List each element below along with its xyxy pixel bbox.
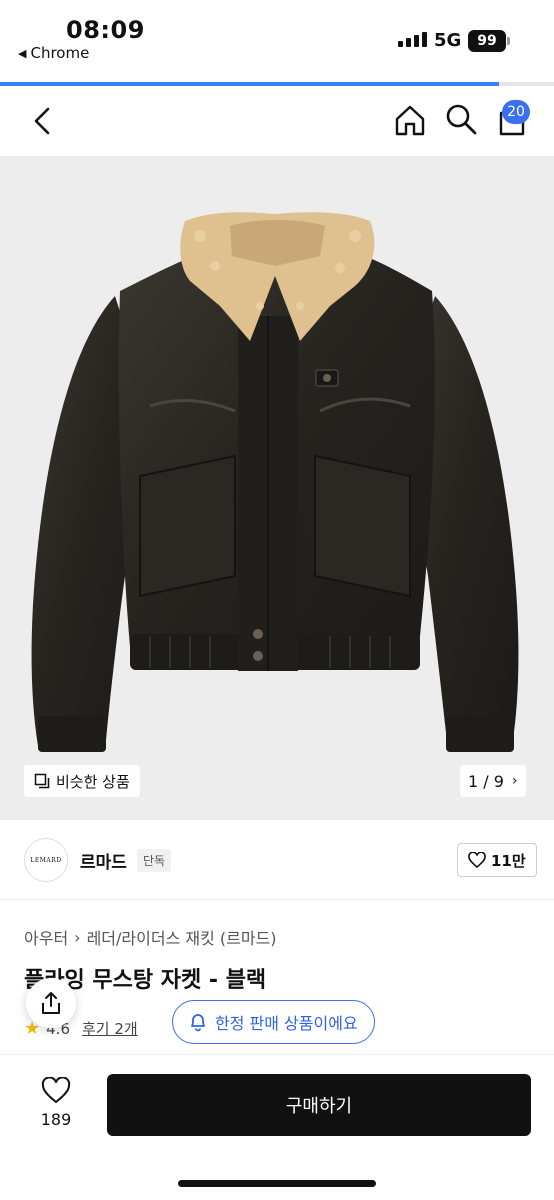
status-bar: 08:09 ◀ Chrome 5G 99 [0,0,554,82]
bell-icon [191,1014,205,1032]
limited-label: 한정 판매 상품이에요 [215,1014,358,1033]
buy-button[interactable]: 구매하기 [107,1074,531,1136]
breadcrumb: 아우터 › 레더/라이더스 재킷 (르마드) [24,925,277,949]
jacket-illustration [31,212,519,752]
signal-icon [398,32,427,47]
chevron-right-icon: › [511,773,518,789]
chevron-right-icon: › [74,927,81,947]
network-type: 5G [434,30,462,51]
back-to-app-link[interactable]: ◀ Chrome [18,44,89,62]
breadcrumb-subcategory[interactable]: 레더/라이더스 재킷 (르마드) [87,925,277,949]
back-triangle-icon: ◀ [18,46,27,60]
home-indicator [178,1180,376,1187]
top-nav [0,86,554,156]
share-button[interactable] [26,978,76,1028]
battery-icon: 99 [468,30,506,52]
back-app-label: Chrome [30,44,90,62]
favorite-count: 189 [40,1110,72,1129]
clock: 08:09 [66,16,145,44]
similar-icon [34,773,50,789]
brand-name[interactable]: 르마드 [80,848,127,873]
exclusive-tag: 단독 [137,849,172,872]
home-icon[interactable] [392,102,428,138]
brand-logo[interactable]: LEMARD [24,838,68,882]
share-icon [42,992,60,1014]
back-arrow-icon[interactable] [28,104,58,138]
cart-count-badge: 20 [502,100,530,124]
heart-icon [41,1076,71,1104]
reviews-link[interactable]: 후기 2개 [82,1018,138,1039]
image-pager[interactable]: 1 / 9 › [460,765,526,797]
similar-products-button[interactable]: 비슷한 상품 [24,765,140,797]
breadcrumb-category[interactable]: 아우터 [24,925,68,949]
limited-sale-badge[interactable]: 한정 판매 상품이에요 [172,1000,375,1044]
pager-text: 1 / 9 [468,771,504,791]
brand-like-button[interactable]: 11만 [457,843,537,877]
bottom-action-bar: 189 구매하기 [0,1054,554,1200]
brand-row: LEMARD 르마드 단독 11만 [0,820,554,900]
battery-tip [507,37,510,45]
product-image[interactable] [0,156,554,820]
favorite-button[interactable]: 189 [30,1076,82,1129]
heart-icon [468,852,486,868]
search-icon[interactable] [444,102,478,136]
brand-like-count: 11만 [491,851,526,870]
similar-label: 비슷한 상품 [56,772,130,791]
